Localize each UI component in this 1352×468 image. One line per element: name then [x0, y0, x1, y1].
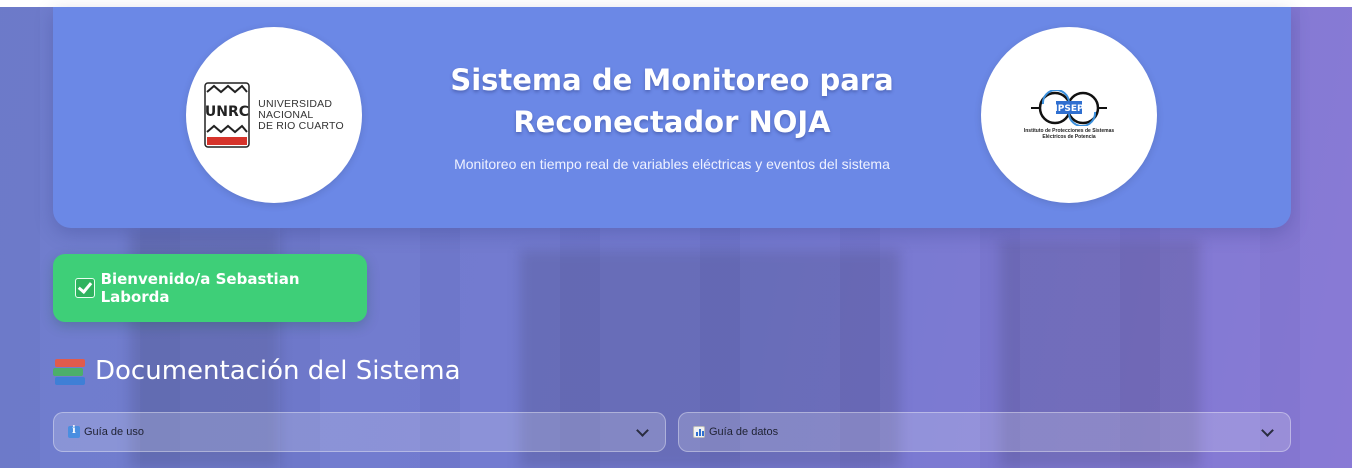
ipsep-emblem-icon: IPSEP [1031, 90, 1107, 126]
bar-chart-icon [693, 426, 705, 438]
welcome-text: Bienvenido/a Sebastian Laborda [100, 270, 300, 306]
unrc-name-line2: NACIONAL [258, 108, 314, 121]
chevron-down-icon[interactable] [636, 423, 649, 437]
top-strip [0, 0, 1352, 7]
page-subtitle: Monitoreo en tiempo real de variables el… [454, 156, 890, 172]
page-title-line2: Reconectador NOJA [513, 105, 831, 139]
unrc-name-line1: UNIVERSIDAD [258, 97, 333, 110]
page-title-line1: Sistema de Monitoreo para [450, 63, 894, 97]
welcome-banner: Bienvenido/a Sebastian Laborda [53, 254, 367, 322]
expander-guia-de-datos[interactable]: Guía de datos [678, 412, 1291, 452]
ipsep-caption-line2: Eléctricos de Potencia [1042, 134, 1096, 140]
expander-guia-de-uso[interactable]: Guía de uso [53, 412, 666, 452]
svg-text:UNRC: UNRC [205, 104, 249, 120]
ipsep-name: IPSEP [1054, 104, 1084, 114]
unrc-name-line3: DE RIO CUARTO [258, 119, 344, 132]
check-mark-icon [75, 278, 95, 298]
expander-label: Guía de uso [84, 426, 144, 438]
unrc-badge-icon: UNRC [204, 82, 250, 148]
info-icon [68, 425, 80, 438]
ipsep-logo: IPSEP Instituto de Protecciones de Siste… [981, 27, 1157, 203]
expander-label: Guía de datos [709, 426, 779, 438]
documentation-heading: Documentación del Sistema [53, 356, 461, 386]
app-header: UNRC UNIVERSIDAD NACIONAL DE RIO CUARTO … [53, 7, 1291, 228]
page-title: Sistema de Monitoreo para Reconectador N… [383, 59, 961, 143]
books-icon [53, 356, 87, 386]
documentation-title: Documentación del Sistema [95, 356, 461, 386]
unrc-logo: UNRC UNIVERSIDAD NACIONAL DE RIO CUARTO [186, 27, 362, 203]
chevron-down-icon[interactable] [1261, 423, 1274, 437]
